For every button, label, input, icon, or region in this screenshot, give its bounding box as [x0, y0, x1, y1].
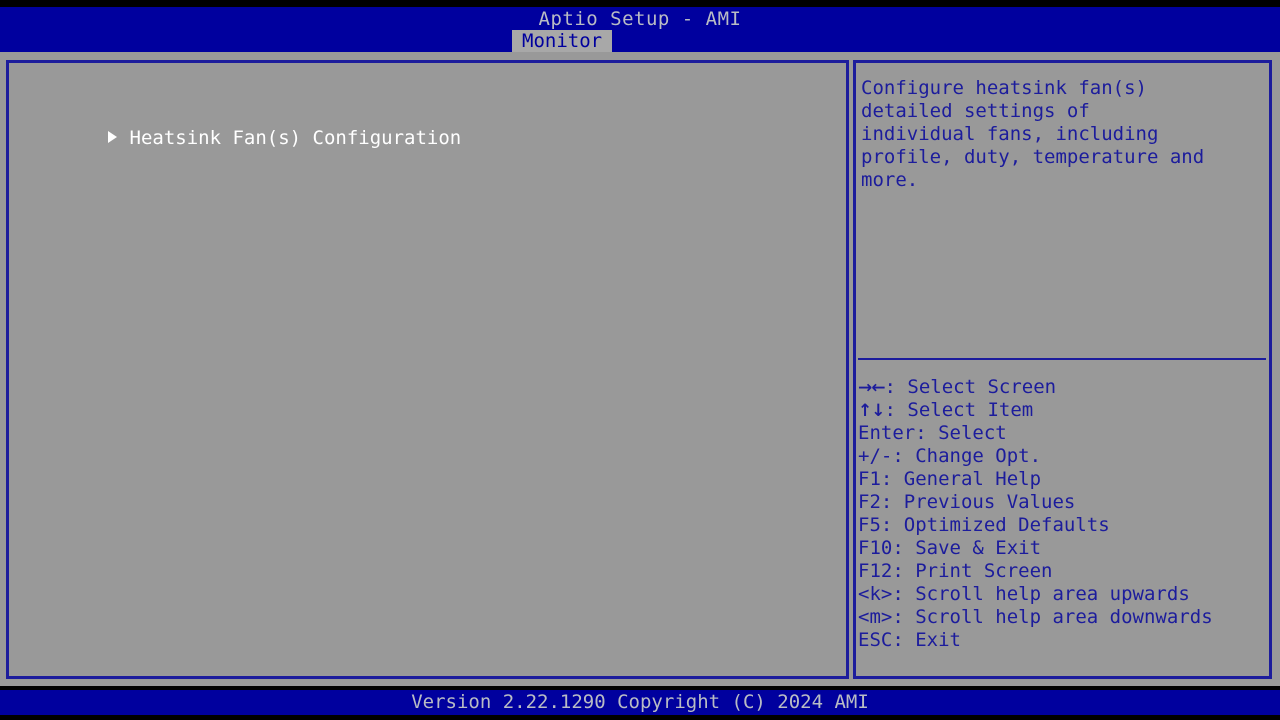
help-line: more.: [861, 169, 1269, 192]
key-legend-sep: :: [915, 422, 938, 444]
key-legend-sep: :: [885, 376, 908, 398]
key-legend-key: F12: [858, 560, 892, 582]
key-legend-key: +/-: [858, 445, 892, 467]
key-legend-action: Select Item: [907, 399, 1033, 421]
key-legend-action: Scroll help area upwards: [915, 583, 1190, 605]
key-legend: →←: Select Screen ↑↓: Select Item Enter:…: [858, 376, 1270, 652]
tab-strip: Monitor: [0, 30, 1280, 52]
key-legend-row: +/-: Change Opt.: [858, 445, 1270, 468]
help-line: individual fans, including: [861, 123, 1269, 146]
key-legend-row: F2: Previous Values: [858, 491, 1270, 514]
key-legend-sep: :: [881, 491, 904, 513]
key-legend-action: Print Screen: [915, 560, 1052, 582]
key-legend-action: Scroll help area downwards: [915, 606, 1212, 628]
key-legend-row: F12: Print Screen: [858, 560, 1270, 583]
help-line: Configure heatsink fan(s): [861, 77, 1269, 100]
key-legend-key: F5: [858, 514, 881, 536]
key-legend-row: F10: Save & Exit: [858, 537, 1270, 560]
help-description: Configure heatsink fan(s) detailed setti…: [861, 77, 1269, 192]
footer-version-text: Version 2.22.1290 Copyright (C) 2024 AMI: [0, 690, 1280, 715]
help-divider: [858, 358, 1266, 360]
key-legend-key: <m>: [858, 606, 892, 628]
key-legend-row: F5: Optimized Defaults: [858, 514, 1270, 537]
menu-item-label: Heatsink Fan(s) Configuration: [130, 125, 462, 151]
key-legend-key: F1: [858, 468, 881, 490]
key-legend-key: ESC: [858, 629, 892, 651]
arrow-left-right-icon: →←: [858, 378, 885, 398]
menu-item-heatsink-fan-configuration[interactable]: Heatsink Fan(s) Configuration: [9, 99, 846, 125]
settings-panel: Heatsink Fan(s) Configuration: [6, 60, 849, 679]
key-legend-sep: :: [892, 445, 915, 467]
key-legend-row: →←: Select Screen: [858, 376, 1270, 399]
key-legend-row: ESC: Exit: [858, 629, 1270, 652]
menu-list: Heatsink Fan(s) Configuration: [9, 99, 846, 125]
key-legend-key: F2: [858, 491, 881, 513]
submenu-triangle-icon: [108, 131, 117, 143]
key-legend-row: <m>: Scroll help area downwards: [858, 606, 1270, 629]
app-title: Aptio Setup - AMI: [0, 7, 1280, 31]
key-legend-sep: :: [881, 514, 904, 536]
key-legend-sep: :: [892, 629, 915, 651]
key-legend-sep: :: [892, 606, 915, 628]
help-line: detailed settings of: [861, 100, 1269, 123]
key-legend-sep: :: [892, 537, 915, 559]
key-legend-sep: :: [892, 560, 915, 582]
key-legend-action: Exit: [915, 629, 961, 651]
key-legend-action: Select: [938, 422, 1007, 444]
key-legend-action: Previous Values: [904, 491, 1076, 513]
key-legend-key: F10: [858, 537, 892, 559]
key-legend-action: General Help: [904, 468, 1041, 490]
key-legend-action: Change Opt.: [915, 445, 1041, 467]
key-legend-row: F1: General Help: [858, 468, 1270, 491]
key-legend-sep: :: [892, 583, 915, 605]
key-legend-action: Save & Exit: [915, 537, 1041, 559]
tab-monitor[interactable]: Monitor: [512, 30, 612, 52]
key-legend-key: Enter: [858, 422, 915, 444]
key-legend-action: Optimized Defaults: [904, 514, 1110, 536]
key-legend-row: <k>: Scroll help area upwards: [858, 583, 1270, 606]
help-panel: Configure heatsink fan(s) detailed setti…: [853, 60, 1272, 679]
top-black-strip: [0, 0, 1280, 7]
bottom-black-strip: [0, 715, 1280, 720]
key-legend-row: Enter: Select: [858, 422, 1270, 445]
key-legend-sep: :: [885, 399, 908, 421]
key-legend-sep: :: [881, 468, 904, 490]
bios-setup-screen: Aptio Setup - AMI Monitor Heatsink Fan(s…: [0, 0, 1280, 720]
key-legend-action: Select Screen: [907, 376, 1056, 398]
help-line: profile, duty, temperature and: [861, 146, 1269, 169]
key-legend-key: <k>: [858, 583, 892, 605]
key-legend-row: ↑↓: Select Item: [858, 399, 1270, 422]
arrow-up-down-icon: ↑↓: [858, 401, 885, 421]
